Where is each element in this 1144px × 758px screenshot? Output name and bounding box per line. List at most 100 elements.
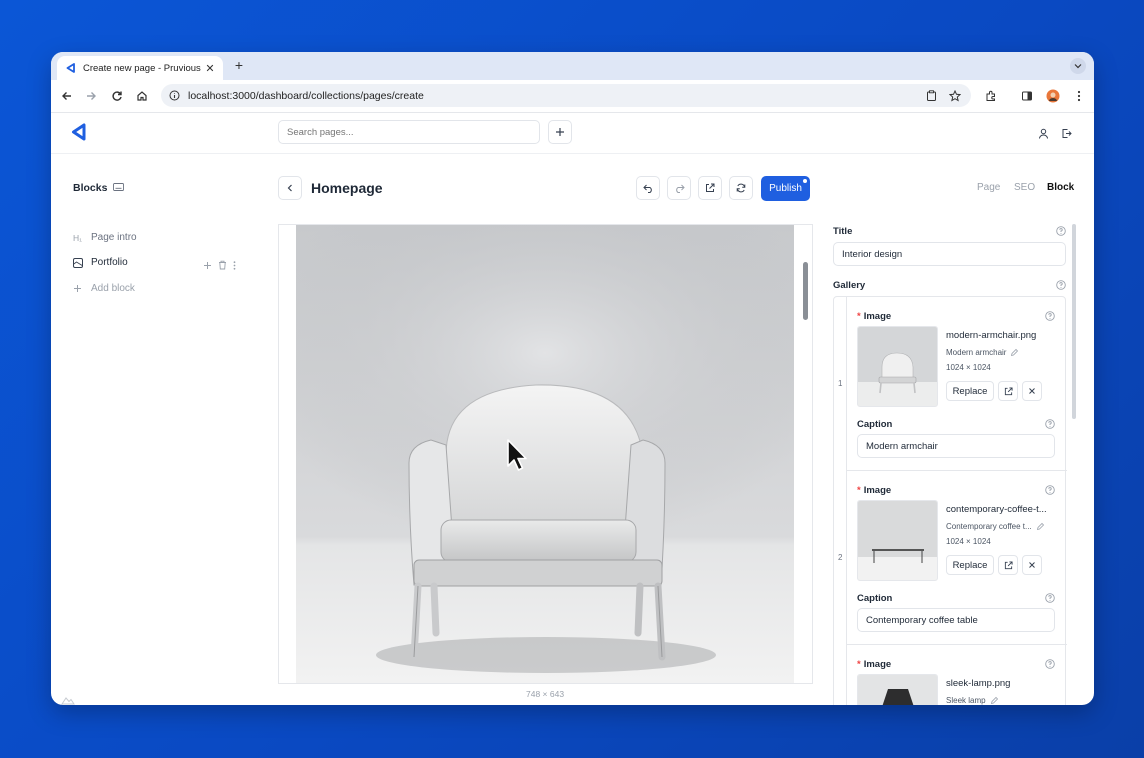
title-label: Title [833,226,853,237]
open-image-button[interactable] [998,555,1018,575]
create-page-button[interactable] [548,120,572,144]
caption-label: Caption [857,419,893,430]
mountain-icon [61,692,75,705]
heading-icon: H₁ [73,232,83,243]
preview-external-button[interactable] [698,176,722,200]
canvas-dimensions: 748 × 643 [526,689,565,699]
tab-close-icon[interactable]: ✕ [203,62,217,75]
add-icon[interactable] [203,257,212,275]
keyboard-icon [113,182,125,194]
redo-button[interactable] [667,176,691,200]
app-header [51,113,1094,154]
caption-input[interactable]: Contemporary coffee table [857,608,1055,632]
image-block-icon [73,257,85,268]
unsaved-indicator [803,179,807,183]
caption-input[interactable]: Modern armchair [857,434,1055,458]
gallery-list: 1 * Image modern-armchair.png Modern armc… [833,296,1067,705]
panel-scrollbar[interactable] [1072,224,1076,419]
publish-button[interactable]: Publish [761,176,810,201]
tab-strip: Create new page - Pruvious ✕ + [51,52,1094,80]
gallery-item: * Image sleek-lamp.png Sleek lamp [846,645,1066,705]
tab-page[interactable]: Page [977,182,1000,193]
image-filename: modern-armchair.png [946,330,1037,341]
url-text: localhost:3000/dashboard/collections/pag… [188,89,424,102]
gallery-label: Gallery [833,280,866,291]
user-icon[interactable] [1036,126,1050,140]
replace-button[interactable]: Replace [946,555,994,575]
image-thumbnail[interactable] [857,326,938,407]
image-dimensions: 1024 × 1024 [946,363,991,372]
site-info-icon[interactable] [169,90,180,101]
remove-image-button[interactable] [1022,555,1042,575]
help-icon[interactable] [1056,280,1066,290]
remove-image-button[interactable] [1022,381,1042,401]
image-alt[interactable]: Modern armchair [946,348,1019,357]
profile-avatar[interactable] [1045,88,1061,104]
image-label: * Image [857,485,892,496]
image-filename: contemporary-coffee-t... [946,504,1047,515]
tab-seo[interactable]: SEO [1014,182,1035,193]
browser-menu-icon[interactable] [1071,88,1087,104]
new-tab-icon[interactable]: + [231,57,247,73]
page-title: Homepage [311,180,383,196]
mouse-cursor-icon [506,438,528,479]
trash-icon[interactable] [218,257,227,275]
tab-block[interactable]: Block [1047,182,1074,193]
pencil-icon[interactable] [1036,522,1045,531]
pencil-icon[interactable] [990,696,999,705]
image-label: * Image [857,311,892,322]
image-dimensions: 1024 × 1024 [946,537,991,546]
gallery-item-number[interactable]: 1 [838,379,842,388]
tab-title: Create new page - Pruvious [83,62,201,74]
clipboard-icon[interactable] [926,90,937,101]
portfolio-actions [203,257,236,275]
image-thumbnail[interactable] [857,500,938,581]
home-icon[interactable] [134,88,150,104]
back-arrow-icon[interactable] [59,88,75,104]
help-icon[interactable] [1045,311,1055,321]
tab-search-chevron-icon[interactable] [1070,58,1086,74]
help-icon[interactable] [1056,226,1066,236]
help-icon[interactable] [1045,659,1055,669]
pruvious-logo-icon[interactable] [71,123,87,146]
browser-toolbar: localhost:3000/dashboard/collections/pag… [51,80,1094,113]
bookmark-star-icon[interactable] [949,89,961,102]
image-label: * Image [857,659,892,670]
image-thumbnail[interactable] [857,674,938,705]
more-vertical-icon[interactable] [233,257,236,275]
extensions-icon[interactable] [983,88,999,104]
add-block-button[interactable]: Add block [73,283,135,294]
search-input[interactable] [278,120,540,144]
undo-button[interactable] [636,176,660,200]
side-panel-icon[interactable] [1019,88,1035,104]
pencil-icon[interactable] [1010,348,1019,357]
help-icon[interactable] [1045,593,1055,603]
replace-button[interactable]: Replace [946,381,994,401]
logout-icon[interactable] [1059,126,1073,140]
address-bar[interactable]: localhost:3000/dashboard/collections/pag… [161,84,971,107]
canvas-scrollbar[interactable] [803,262,808,320]
block-settings-panel: Title Interior design Gallery 1 * Image m… [833,224,1067,705]
back-button[interactable] [278,176,302,200]
title-input[interactable]: Interior design [833,242,1066,266]
sidebar-item-page-intro[interactable]: H₁ Page intro [73,232,137,243]
help-icon[interactable] [1045,419,1055,429]
browser-tab[interactable]: Create new page - Pruvious ✕ [57,56,223,80]
sidebar-item-portfolio[interactable]: Portfolio [73,257,128,268]
blocks-heading: Blocks [73,182,125,194]
forward-arrow-icon[interactable] [83,88,99,104]
pruvious-favicon-icon [65,62,77,74]
refresh-button[interactable] [729,176,753,200]
gallery-item: * Image modern-armchair.png Modern armcha… [846,297,1067,471]
gallery-item-number[interactable]: 2 [838,553,842,562]
image-alt[interactable]: Sleek lamp [946,696,999,705]
preview-canvas[interactable] [278,224,813,684]
open-image-button[interactable] [998,381,1018,401]
help-icon[interactable] [1045,485,1055,495]
image-filename: sleek-lamp.png [946,678,1011,689]
plus-icon [73,284,85,293]
reload-icon[interactable] [109,88,125,104]
browser-window: Create new page - Pruvious ✕ + localhost… [51,52,1094,705]
image-alt[interactable]: Contemporary coffee t... [946,522,1045,531]
gallery-item: * Image contemporary-coffee-t... Contempo… [846,471,1067,645]
